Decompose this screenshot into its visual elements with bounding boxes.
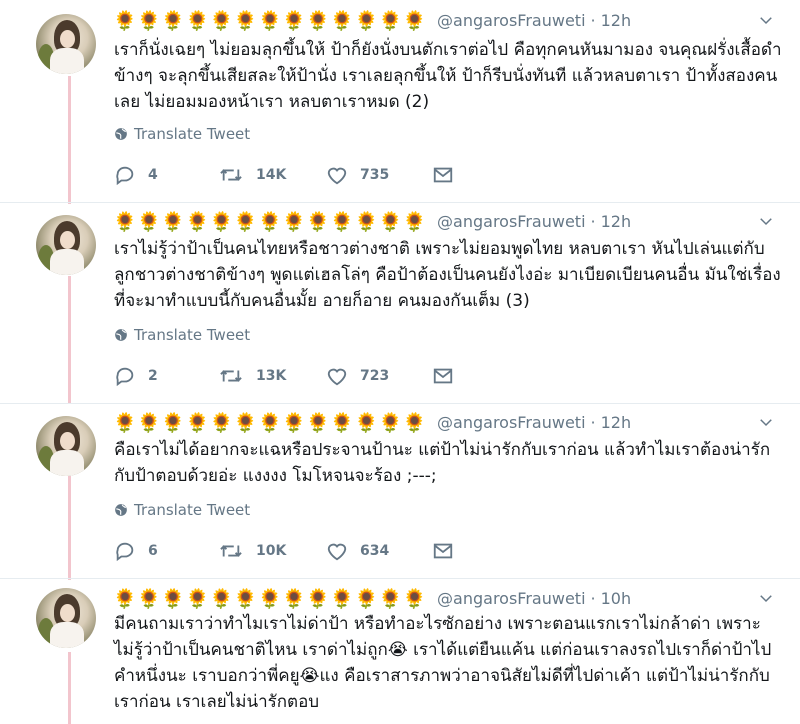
globe-icon [115, 329, 127, 341]
timestamp[interactable]: 12h [601, 413, 632, 432]
user-handle[interactable]: @angarosFrauweti [437, 11, 585, 30]
tweet[interactable]: 🌻🌻🌻🌻🌻🌻🌻🌻🌻🌻🌻🌻🌻 @angarosFrauweti · 10h มีค… [0, 583, 800, 724]
reply-count: 6 [148, 543, 158, 559]
timestamp[interactable]: 12h [601, 11, 632, 30]
tweet-text: เราก็นั่งเฉยๆ ไม่ยอมลุกขึ้นให้ ป้าก็ยังน… [114, 40, 782, 112]
display-name[interactable]: 🌻🌻🌻🌻🌻🌻🌻🌻🌻🌻🌻🌻🌻 [113, 587, 427, 610]
reply-button[interactable]: 6 [114, 540, 158, 562]
user-handle[interactable]: @angarosFrauweti [437, 212, 585, 231]
display-name[interactable]: 🌻🌻🌻🌻🌻🌻🌻🌻🌻🌻🌻🌻🌻 [113, 9, 427, 32]
tweet-text: คือเราไม่ได้อยากจะแฉหรือประจานป้านะ แต่ป… [114, 440, 771, 486]
tweet-divider [0, 202, 800, 203]
translate-tweet-link[interactable]: Translate Tweet [114, 125, 250, 143]
separator-dot: · [590, 588, 596, 608]
tweet-header: 🌻🌻🌻🌻🌻🌻🌻🌻🌻🌻🌻🌻🌻 @angarosFrauweti · 12h [113, 5, 783, 35]
tweet-divider [0, 578, 800, 579]
retweet-button[interactable]: 13K [218, 365, 286, 387]
retweet-button[interactable]: 14K [218, 164, 286, 186]
direct-message-button[interactable] [432, 540, 466, 562]
translate-label: Translate Tweet [134, 326, 251, 344]
tweet-header: 🌻🌻🌻🌻🌻🌻🌻🌻🌻🌻🌻🌻🌻 @angarosFrauweti · 12h [113, 206, 783, 236]
tweet-actions: 6 10K 634 [114, 540, 474, 564]
user-handle[interactable]: @angarosFrauweti [437, 413, 585, 432]
timestamp[interactable]: 12h [601, 212, 632, 231]
avatar[interactable] [36, 215, 96, 275]
reply-button[interactable]: 4 [114, 164, 158, 186]
retweet-button[interactable]: 10K [218, 540, 286, 562]
tweet-text: มีคนถามเราว่าทำไมเราไม่ด่าป้า หรือทำอะไร… [114, 614, 772, 712]
like-button[interactable]: 735 [326, 164, 389, 186]
like-button[interactable]: 634 [326, 540, 389, 562]
display-name[interactable]: 🌻🌻🌻🌻🌻🌻🌻🌻🌻🌻🌻🌻🌻 [113, 411, 427, 434]
tweet[interactable]: 🌻🌻🌻🌻🌻🌻🌻🌻🌻🌻🌻🌻🌻 @angarosFrauweti · 12h เรา… [0, 206, 800, 402]
like-count: 735 [360, 167, 390, 183]
translate-label: Translate Tweet [134, 501, 251, 519]
retweet-count: 10K [256, 543, 287, 559]
heart-icon [327, 543, 347, 561]
tweet[interactable]: 🌻🌻🌻🌻🌻🌻🌻🌻🌻🌻🌻🌻🌻 @angarosFrauweti · 12h คือ… [0, 407, 800, 577]
reply-count: 4 [148, 167, 158, 183]
separator-dot: · [590, 412, 596, 432]
retweet-count: 14K [256, 167, 287, 183]
chevron-down-icon[interactable] [757, 212, 775, 230]
tweet-actions: 2 13K 723 [114, 365, 474, 389]
tweet[interactable]: 🌻🌻🌻🌻🌻🌻🌻🌻🌻🌻🌻🌻🌻 @angarosFrauweti · 12h เรา… [0, 5, 800, 201]
chevron-down-icon[interactable] [757, 413, 775, 431]
avatar[interactable] [36, 588, 96, 648]
globe-icon [115, 128, 127, 140]
tweet-text: เราไม่รู้ว่าป้าเป็นคนไทยหรือชาวต่างชาติ … [114, 239, 781, 311]
translate-tweet-link[interactable]: Translate Tweet [114, 501, 250, 519]
chevron-down-icon[interactable] [757, 11, 775, 29]
chevron-down-icon[interactable] [757, 589, 775, 607]
retweet-icon [220, 169, 242, 181]
reply-icon [116, 166, 134, 186]
reply-count: 2 [148, 368, 158, 384]
direct-message-button[interactable] [432, 164, 466, 186]
envelope-icon [433, 543, 453, 559]
retweet-icon [220, 370, 242, 382]
like-count: 723 [360, 368, 390, 384]
avatar[interactable] [36, 416, 96, 476]
avatar[interactable] [36, 14, 96, 74]
tweet-header: 🌻🌻🌻🌻🌻🌻🌻🌻🌻🌻🌻🌻🌻 @angarosFrauweti · 10h [113, 583, 783, 613]
like-count: 634 [360, 543, 390, 559]
retweet-count: 13K [256, 368, 287, 384]
reply-icon [116, 367, 134, 387]
separator-dot: · [590, 211, 596, 231]
heart-icon [327, 368, 347, 386]
translate-tweet-link[interactable]: Translate Tweet [114, 326, 250, 344]
display-name[interactable]: 🌻🌻🌻🌻🌻🌻🌻🌻🌻🌻🌻🌻🌻 [113, 210, 427, 233]
user-handle[interactable]: @angarosFrauweti [437, 589, 585, 608]
tweet-actions: 4 14K 735 [114, 164, 474, 188]
heart-icon [327, 167, 347, 185]
reply-icon [116, 542, 134, 562]
reply-button[interactable]: 2 [114, 365, 158, 387]
globe-icon [115, 504, 127, 516]
timestamp[interactable]: 10h [601, 589, 632, 608]
direct-message-button[interactable] [432, 365, 466, 387]
envelope-icon [433, 368, 453, 384]
like-button[interactable]: 723 [326, 365, 389, 387]
retweet-icon [220, 545, 242, 557]
separator-dot: · [590, 10, 596, 30]
tweet-header: 🌻🌻🌻🌻🌻🌻🌻🌻🌻🌻🌻🌻🌻 @angarosFrauweti · 12h [113, 407, 783, 437]
tweet-divider [0, 403, 800, 404]
translate-label: Translate Tweet [134, 125, 251, 143]
envelope-icon [433, 167, 453, 183]
